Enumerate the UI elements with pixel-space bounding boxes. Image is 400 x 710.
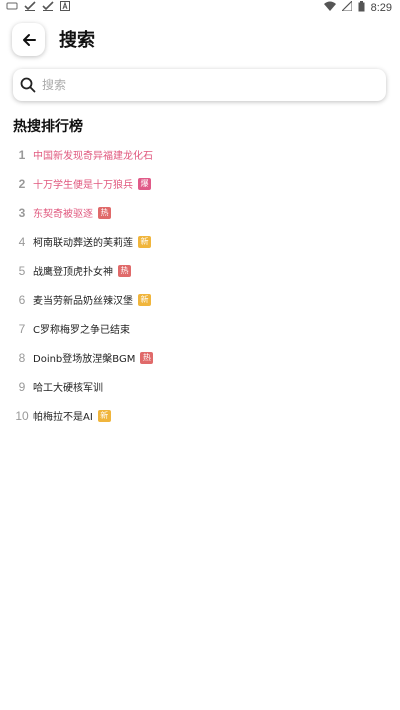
header: 搜索: [0, 22, 400, 62]
rank-number: 3: [18, 205, 26, 220]
rank-number: 1: [18, 147, 26, 162]
hot-search-text: C罗称梅罗之争已结束: [33, 325, 130, 336]
check-icon: [42, 1, 54, 15]
hot-search-item[interactable]: 7 C罗称梅罗之争已结束: [0, 314, 400, 343]
hot-search-text: 哈工大硬核军训: [33, 383, 103, 394]
hot-search-item[interactable]: 4 柯南联动葬送的芙莉莲新: [0, 227, 400, 256]
a-icon: [60, 1, 70, 15]
rank-number: 9: [18, 379, 26, 394]
hot-search-item[interactable]: 8 Doinb登场放涅槃BGM 热: [0, 343, 400, 372]
search-icon: [20, 77, 36, 93]
hot-search-text: 十万学生便是十万狼兵: [33, 180, 133, 191]
rank-number: 4: [18, 234, 26, 249]
hot-search-item[interactable]: 2 十万学生便是十万狼兵爆: [0, 169, 400, 198]
rank-number: 2: [18, 176, 26, 191]
signal-icon: [340, 0, 353, 15]
hot-search-text: 柯南联动葬送的芙莉莲: [33, 238, 133, 249]
status-bar-left: [0, 1, 70, 15]
hot-search-item[interactable]: 5 战鹰登顶虎扑女神热: [0, 256, 400, 285]
page-title: 搜索: [59, 30, 95, 51]
tag-badge-new: 新: [138, 235, 151, 248]
rank-number: 10: [15, 408, 29, 423]
battery-icon: [358, 0, 365, 16]
hot-search-text: 中国新发现奇异福建龙化石: [33, 151, 153, 162]
check-icon: [24, 1, 36, 15]
search-bar[interactable]: [13, 69, 386, 101]
rank-number: 7: [18, 321, 26, 336]
hot-search-text: Doinb登场放涅槃BGM: [33, 354, 136, 365]
arrow-left-icon: [22, 33, 36, 46]
tag-badge-hot: 热: [118, 264, 131, 277]
hot-search-title: 热搜排行榜: [13, 119, 83, 135]
hot-search-item[interactable]: 1 中国新发现奇异福建龙化石: [0, 140, 400, 169]
wifi-icon: [323, 1, 336, 15]
hot-search-item[interactable]: 6 麦当劳新品奶丝辣汉堡新: [0, 285, 400, 314]
hot-search-text: 战鹰登顶虎扑女神: [33, 267, 113, 278]
hot-search-item[interactable]: 9 哈工大硬核军训: [0, 372, 400, 401]
hot-search-item[interactable]: 3 东契奇被驱逐热: [0, 198, 400, 227]
tag-badge-boil: 爆: [138, 177, 151, 190]
rank-number: 6: [18, 292, 26, 307]
tag-badge-new: 新: [138, 293, 151, 306]
rank-number: 8: [18, 350, 26, 365]
hot-search-text: 东契奇被驱逐: [33, 209, 93, 220]
tag-badge-hot: 热: [140, 351, 154, 364]
hot-search-text: 麦当劳新品奶丝辣汉堡: [33, 296, 133, 307]
rank-number: 5: [18, 263, 26, 278]
tag-badge-hot: 热: [98, 206, 111, 219]
hot-search-list: 1 中国新发现奇异福建龙化石 2 十万学生便是十万狼兵爆 3 东契奇被驱逐热 4 柯南联动葬送…: [0, 140, 400, 430]
notification-icon: [6, 1, 18, 15]
tag-badge-new: 新: [97, 409, 111, 422]
search-input[interactable]: [40, 72, 364, 98]
status-time: 8:29: [370, 2, 392, 14]
status-bar: 8:29: [0, 0, 400, 16]
hot-search-item[interactable]: 10 帕梅拉不是AI 新: [0, 401, 400, 430]
hot-search-text: 帕梅拉不是AI: [33, 412, 93, 423]
back-button[interactable]: [12, 23, 45, 56]
status-bar-right: 8:29: [323, 0, 400, 16]
